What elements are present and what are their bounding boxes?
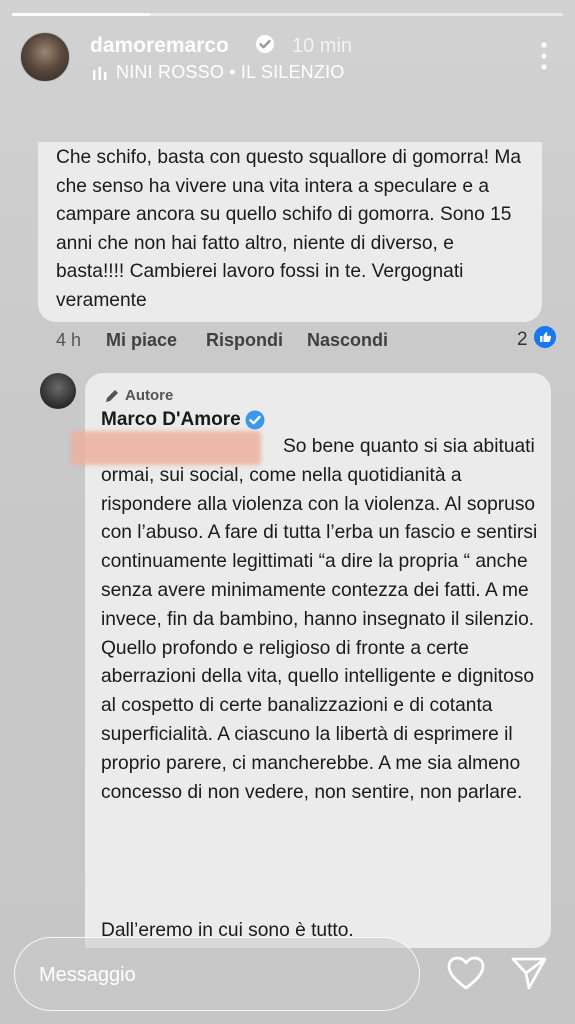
more-options-icon[interactable] <box>541 42 547 70</box>
comment-text: Che schifo, basta con questo squallore d… <box>56 147 522 311</box>
avatar[interactable] <box>20 32 70 82</box>
post-time: 10 min <box>292 35 353 57</box>
message-input[interactable]: Messaggio <box>14 937 420 1011</box>
reply-bubble: Autore Marco D'Amore So bene quanto si s… <box>71 373 551 948</box>
username[interactable]: damoremarco <box>90 34 229 58</box>
send-icon[interactable] <box>510 955 548 991</box>
story-view[interactable]: damoremarco 10 min NINI ROSSO • IL SILEN… <box>0 0 575 1024</box>
pencil-icon <box>106 390 118 402</box>
comment-bubble: Che schifo, basta con questo squallore d… <box>38 142 542 322</box>
hide-button[interactable]: Nascondi <box>307 330 388 351</box>
reply-text: So bene quanto si sia abituati ormai, su… <box>101 436 538 803</box>
verified-icon <box>245 410 265 430</box>
like-count: 2 <box>517 329 528 350</box>
heart-icon[interactable] <box>446 955 486 991</box>
story-header: damoremarco 10 min NINI ROSSO • IL SILEN… <box>20 32 555 86</box>
reply-avatar[interactable] <box>40 373 76 409</box>
music-bars-icon <box>93 67 107 80</box>
story-progress-bar <box>12 13 563 16</box>
author-tag: Autore <box>125 387 174 404</box>
reply-button[interactable]: Rispondi <box>206 330 283 351</box>
story-progress-fill <box>12 13 150 16</box>
thumbs-up-icon[interactable] <box>534 326 556 348</box>
comment-time: 4 h <box>56 330 82 350</box>
reply-author-name[interactable]: Marco D'Amore <box>101 409 241 431</box>
verified-icon <box>256 35 274 53</box>
like-button[interactable]: Mi piace <box>106 330 177 351</box>
comment-actions: 4 h Mi piace Rispondi Nascondi <box>56 330 556 352</box>
music-label[interactable]: NINI ROSSO • IL SILENZIO <box>116 62 344 83</box>
message-placeholder: Messaggio <box>39 964 136 986</box>
